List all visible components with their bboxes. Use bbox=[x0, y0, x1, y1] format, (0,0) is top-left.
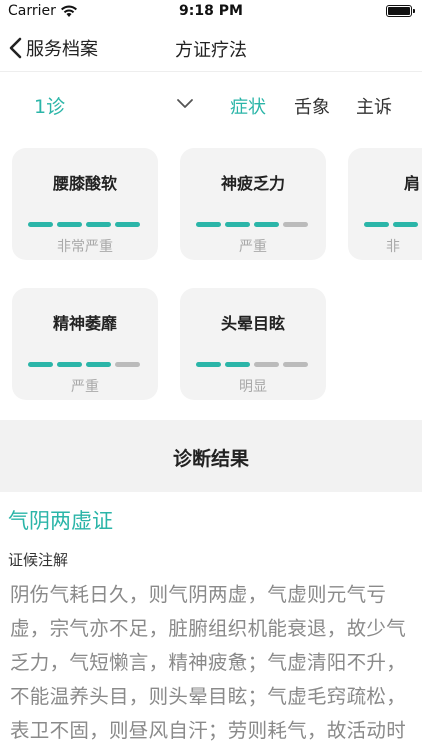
nav-bar: 服务档案 方证疗法 bbox=[0, 24, 422, 72]
severity-bar-segment bbox=[225, 362, 250, 367]
severity-level: 非常严重 bbox=[57, 239, 113, 255]
severity-bar-segment bbox=[115, 362, 140, 367]
back-button-label: 服务档案 bbox=[26, 39, 98, 60]
severity-level: 非 bbox=[386, 239, 400, 255]
severity-bars bbox=[196, 222, 312, 227]
tab-tongue[interactable]: 舌象 bbox=[294, 93, 330, 119]
explanation-title: 证候注解 bbox=[8, 551, 69, 569]
severity-bars bbox=[364, 222, 422, 227]
visit-selector[interactable]: 1诊 bbox=[34, 92, 65, 119]
diagnosis-heading: 诊断结果 bbox=[172, 448, 249, 470]
severity-bars bbox=[28, 362, 144, 367]
symptom-name: 神疲乏力 bbox=[220, 174, 285, 193]
severity-bars bbox=[196, 362, 312, 367]
severity-bar-segment bbox=[57, 362, 82, 367]
symptom-card[interactable]: 肩 非 bbox=[348, 148, 422, 260]
symptom-name: 肩 bbox=[404, 174, 421, 193]
severity-bar-segment bbox=[254, 222, 279, 227]
symptom-card[interactable]: 神疲乏力 严重 bbox=[180, 148, 326, 260]
battery-icon bbox=[386, 5, 415, 17]
chevron-left-icon bbox=[9, 37, 22, 59]
explanation-text: 阴伤气耗日久，则气阴两虚，气虚则元气亏虚，宗气亦不足，脏腑组织机能衰退，故少气乏… bbox=[10, 583, 407, 742]
severity-bar-segment bbox=[283, 362, 308, 367]
syndrome-name: 气阴两虚证 bbox=[8, 509, 113, 533]
severity-bar-segment bbox=[28, 362, 53, 367]
severity-bar-segment bbox=[86, 362, 111, 367]
severity-bar-segment bbox=[254, 362, 279, 367]
tab-complaint[interactable]: 主诉 bbox=[356, 93, 392, 119]
symptom-card[interactable]: 腰膝酸软 非常严重 bbox=[12, 148, 158, 260]
severity-bar-segment bbox=[86, 222, 111, 227]
severity-level: 严重 bbox=[239, 239, 267, 255]
severity-bar-segment bbox=[196, 222, 221, 227]
severity-bar-segment bbox=[225, 222, 250, 227]
back-button[interactable]: 服务档案 bbox=[8, 34, 98, 62]
severity-bar-segment bbox=[28, 222, 53, 227]
severity-level: 严重 bbox=[71, 379, 99, 395]
symptom-card[interactable]: 头晕目眩 明显 bbox=[180, 288, 326, 400]
severity-bar-segment bbox=[393, 222, 418, 227]
symptom-card[interactable]: 精神萎靡 严重 bbox=[12, 288, 158, 400]
symptom-name: 腰膝酸软 bbox=[52, 174, 117, 193]
diagnosis-header: 诊断结果 bbox=[0, 420, 422, 492]
severity-bar-segment bbox=[115, 222, 140, 227]
status-time: 9:18 PM bbox=[179, 3, 243, 19]
severity-bars bbox=[28, 222, 144, 227]
symptom-name: 精神萎靡 bbox=[52, 314, 117, 333]
severity-level: 明显 bbox=[239, 379, 267, 395]
status-bar: Carrier 9:18 PM bbox=[0, 0, 422, 24]
symptom-name: 头晕目眩 bbox=[220, 314, 285, 333]
severity-bar-segment bbox=[364, 222, 389, 227]
severity-bar-segment bbox=[196, 362, 221, 367]
tab-symptom[interactable]: 症状 bbox=[230, 93, 266, 119]
visit-bar: 1诊 症状 舌象 主诉 bbox=[0, 84, 422, 128]
chevron-down-icon[interactable] bbox=[176, 98, 194, 110]
severity-bar-segment bbox=[57, 222, 82, 227]
severity-bar-segment bbox=[283, 222, 308, 227]
